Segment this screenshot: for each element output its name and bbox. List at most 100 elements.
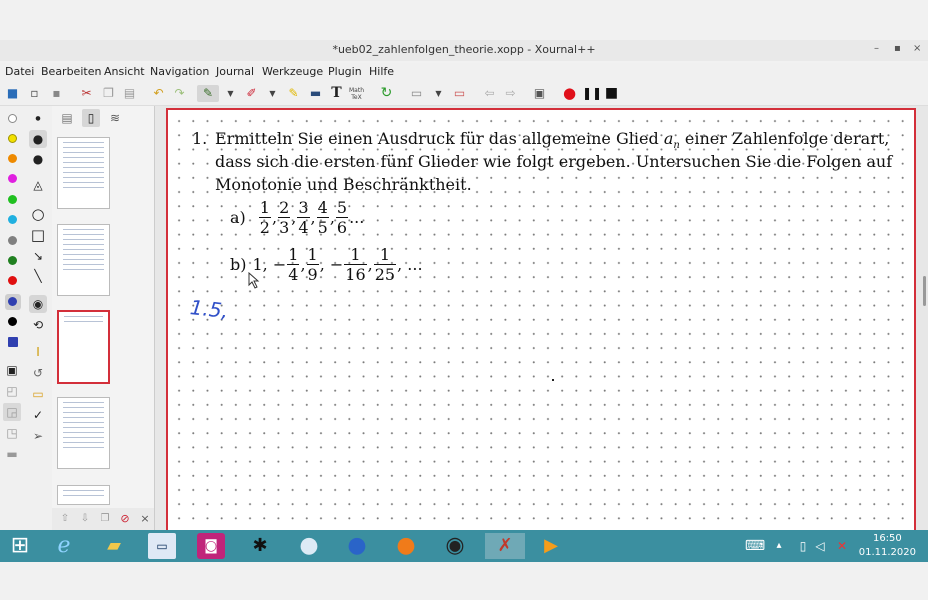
start-button-icon[interactable]: ⊞: [6, 533, 34, 559]
menu-bearbeiten[interactable]: Bearbeiten: [41, 65, 101, 78]
color-blue[interactable]: [8, 297, 17, 306]
pen-icon[interactable]: ✎: [197, 85, 219, 102]
file-explorer-icon[interactable]: ▰: [100, 533, 128, 559]
delete-page-small-icon[interactable]: ⊘: [116, 510, 134, 528]
page-thumbnail-4[interactable]: [57, 397, 110, 469]
refresh-icon[interactable]: ↻: [378, 85, 395, 102]
color-dark-green[interactable]: [8, 256, 17, 265]
color-white[interactable]: [8, 114, 17, 123]
layer-view-icon[interactable]: ▤: [58, 109, 76, 127]
network-warning-icon[interactable]: ✕: [834, 533, 850, 559]
custom-color-icon[interactable]: [8, 337, 18, 347]
media-player-icon[interactable]: ▶: [537, 533, 565, 559]
select-rect-icon[interactable]: ▣: [3, 361, 21, 379]
thunderbird-icon[interactable]: ●: [343, 533, 371, 559]
menu-hilfe[interactable]: Hilfe: [369, 65, 394, 78]
paste-icon[interactable]: ▤: [121, 85, 138, 102]
insert-page-icon[interactable]: ▭: [408, 85, 425, 102]
menu-navigation[interactable]: Navigation: [150, 65, 209, 78]
text-box-icon[interactable]: I: [29, 343, 47, 361]
next-page-icon[interactable]: ⇨: [502, 85, 519, 102]
check-icon[interactable]: ✓: [29, 406, 47, 424]
menu-datei[interactable]: Datei: [5, 65, 34, 78]
volume-icon[interactable]: ◁: [812, 533, 828, 559]
minimize-button[interactable]: –: [874, 43, 879, 54]
menu-werkzeuge[interactable]: Werkzeuge: [262, 65, 323, 78]
copy-page-icon[interactable]: ❐: [96, 510, 114, 528]
color-yellow[interactable]: [8, 134, 17, 143]
stop-icon[interactable]: ■: [603, 85, 620, 102]
page-thumbnail-3[interactable]: [57, 310, 110, 384]
color-black[interactable]: [8, 317, 17, 326]
ruler-icon[interactable]: ⟲: [29, 316, 47, 334]
save-icon[interactable]: ▪: [48, 85, 65, 102]
globe-app-icon[interactable]: ●: [295, 533, 323, 559]
copy-icon[interactable]: ❐: [100, 85, 117, 102]
canvas-area[interactable]: 1. Ermitteln Sie einen Ausdruck für das …: [155, 106, 928, 538]
open-file-icon[interactable]: ▫: [26, 85, 43, 102]
camera-app-icon[interactable]: ◙: [197, 533, 225, 559]
tray-expand-icon[interactable]: ▴: [772, 533, 786, 559]
previous-page-icon[interactable]: ⇦: [481, 85, 498, 102]
move-page-down-icon[interactable]: ⇩: [76, 510, 94, 528]
menu-journal[interactable]: Journal: [216, 65, 254, 78]
internet-explorer-icon[interactable]: ℯ: [50, 533, 78, 559]
color-gray[interactable]: [8, 236, 17, 245]
pen-dropdown-icon[interactable]: ▼: [222, 85, 239, 102]
maximize-button[interactable]: ▪: [894, 43, 901, 54]
line-icon[interactable]: ╲: [29, 267, 47, 285]
rectangle-icon[interactable]: □: [29, 226, 47, 244]
color-orange[interactable]: [8, 154, 17, 163]
rotate-icon[interactable]: ↺: [29, 364, 47, 382]
delete-page-icon[interactable]: ▭: [451, 85, 468, 102]
select-object-icon[interactable]: ◲: [3, 403, 21, 421]
dot-small-icon[interactable]: ●: [29, 110, 47, 128]
move-page-up-icon[interactable]: ⇧: [56, 510, 74, 528]
close-sidebar-icon[interactable]: ×: [136, 510, 154, 528]
pause-icon[interactable]: ❚❚: [582, 85, 602, 102]
gimp-icon[interactable]: ✱: [246, 533, 274, 559]
arrow-icon[interactable]: ↘: [29, 247, 47, 265]
firefox-icon[interactable]: ●: [392, 533, 420, 559]
vertical-scrollbar[interactable]: [923, 276, 926, 306]
clock[interactable]: 16:50 01.11.2020: [859, 532, 916, 560]
page-view-icon[interactable]: ▯: [82, 109, 100, 127]
eraser-icon[interactable]: ✐: [243, 85, 260, 102]
vertical-space-icon[interactable]: ▬: [3, 445, 21, 463]
page-thumbnail-5[interactable]: [57, 485, 110, 505]
insert-page-dropdown-icon[interactable]: ▼: [430, 85, 447, 102]
text-icon[interactable]: T: [328, 85, 345, 102]
xournal-taskbar-icon[interactable]: ✗: [485, 533, 525, 559]
battery-icon[interactable]: ▯: [796, 533, 810, 559]
fill-icon[interactable]: ◬: [29, 176, 47, 194]
shape-recognizer-icon[interactable]: ◉: [29, 295, 47, 313]
close-button[interactable]: ×: [913, 43, 921, 54]
dot-medium-icon[interactable]: ●: [29, 150, 47, 168]
new-file-icon[interactable]: ■: [4, 85, 21, 102]
color-red[interactable]: [8, 276, 17, 285]
dot-large-icon[interactable]: ●: [29, 130, 47, 148]
play-object-icon[interactable]: ◳: [3, 424, 21, 442]
select-icon[interactable]: ➢: [29, 427, 47, 445]
color-magenta[interactable]: [8, 174, 17, 183]
page-thumbnail-1[interactable]: [57, 137, 110, 209]
layers-icon[interactable]: ≋: [106, 109, 124, 127]
color-cyan[interactable]: [8, 215, 17, 224]
ellipse-icon[interactable]: ○: [29, 205, 47, 223]
math-tex-icon[interactable]: Math TeX: [348, 85, 365, 102]
select-region-icon[interactable]: ◰: [3, 382, 21, 400]
page-thumbnail-2[interactable]: [57, 224, 110, 296]
menu-ansicht[interactable]: Ansicht: [104, 65, 145, 78]
record-icon[interactable]: ●: [561, 85, 578, 102]
color-green[interactable]: [8, 195, 17, 204]
fullscreen-icon[interactable]: ▣: [531, 85, 548, 102]
hand-icon[interactable]: ▬: [307, 85, 324, 102]
image-icon[interactable]: ▭: [29, 385, 47, 403]
redo-icon[interactable]: ↷: [171, 85, 188, 102]
obs-icon[interactable]: ◉: [441, 533, 469, 559]
cut-icon[interactable]: ✂: [78, 85, 95, 102]
highlighter-icon[interactable]: ✎: [285, 85, 302, 102]
page[interactable]: 1. Ermitteln Sie einen Ausdruck für das …: [166, 108, 916, 538]
menu-plugin[interactable]: Plugin: [328, 65, 362, 78]
monitor-app-icon[interactable]: ▭: [148, 533, 176, 559]
